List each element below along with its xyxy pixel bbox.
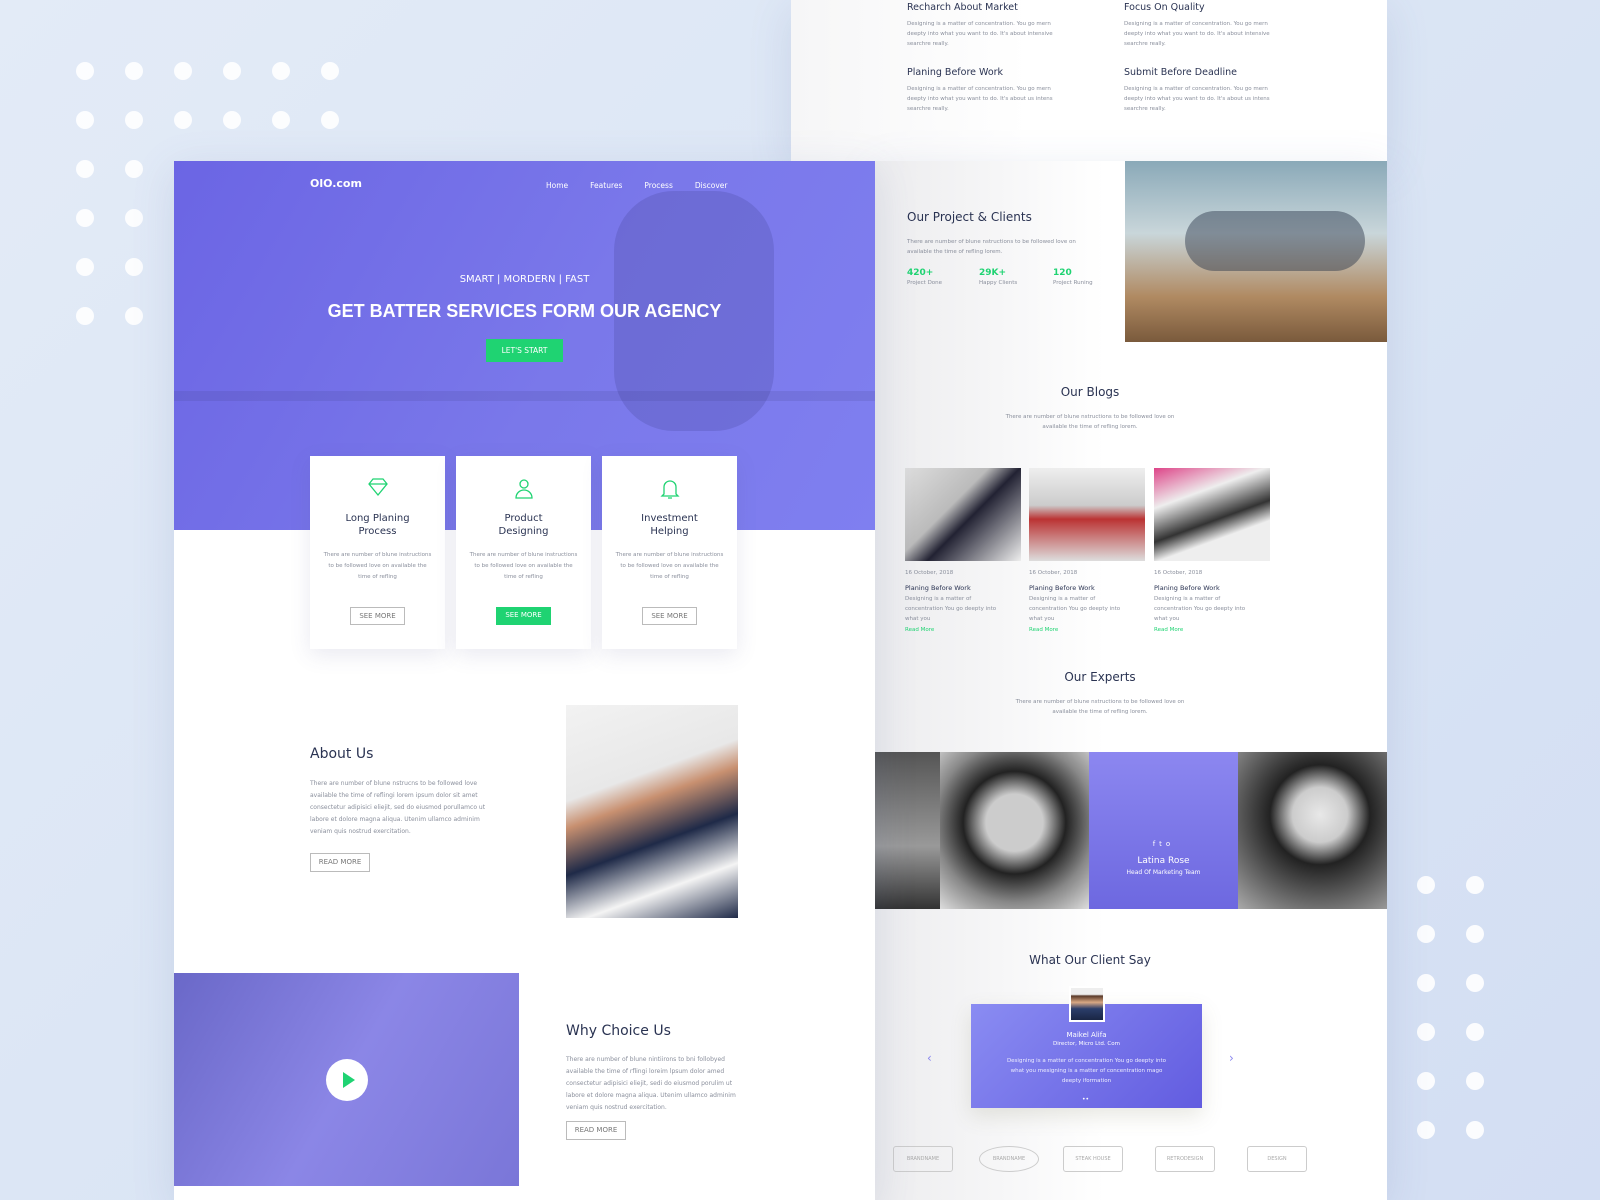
next-arrow[interactable]: ›	[1229, 1051, 1234, 1065]
see-more-button[interactable]: SEE MORE	[496, 607, 551, 625]
blog-card[interactable]: 16 October, 2018 Planing Before Work Des…	[1154, 468, 1270, 633]
why-read-more-button[interactable]: READ MORE	[566, 1121, 626, 1140]
decorative-dot	[76, 111, 94, 129]
decorative-dot	[1417, 974, 1435, 992]
decorative-dot	[125, 258, 143, 276]
section-title: What Our Client Say	[1029, 953, 1151, 967]
social-icons[interactable]: fto	[1089, 840, 1238, 848]
decorative-dot	[125, 160, 143, 178]
see-more-button[interactable]: SEE MORE	[350, 607, 405, 625]
instagram-icon[interactable]: o	[1166, 840, 1174, 848]
decorative-dot	[1466, 925, 1484, 943]
decorative-dot	[1466, 1072, 1484, 1090]
play-icon	[343, 1072, 355, 1088]
blog-card[interactable]: 16 October, 2018 Planing Before Work Des…	[905, 468, 1021, 633]
decorative-dot	[174, 111, 192, 129]
meeting-photo	[1125, 161, 1387, 342]
designer-icon	[514, 479, 533, 499]
read-more-link[interactable]: Read More	[1029, 627, 1145, 633]
section-title: Our Project & Clients	[907, 210, 1032, 224]
feature-item: Focus On Quality Designing is a matter of…	[1124, 2, 1270, 47]
decorative-dot	[76, 307, 94, 325]
decorative-dot	[272, 111, 290, 129]
section-title: Our Blogs	[1060, 385, 1120, 399]
decorative-dot	[125, 307, 143, 325]
partner-logo: BRANDNAME	[979, 1146, 1039, 1172]
expert-photo[interactable]	[875, 752, 940, 909]
decorative-dot	[223, 62, 241, 80]
partner-logo: STEAK HOUSE	[1063, 1146, 1123, 1172]
decorative-dot	[125, 62, 143, 80]
hero-title: GET BATTER SERVICES FORM OUR AGENCY	[327, 301, 722, 321]
partner-logo: RETRODESIGN	[1155, 1146, 1215, 1172]
see-more-button[interactable]: SEE MORE	[642, 607, 697, 625]
play-button[interactable]	[326, 1059, 368, 1101]
partner-logo: BRANDNAME	[893, 1146, 953, 1172]
diamond-icon	[367, 478, 388, 497]
left-page: OlO.com Home Features Process Discover S…	[174, 161, 875, 1200]
decorative-dot	[223, 111, 241, 129]
logo[interactable]: OlO.com	[310, 177, 362, 190]
decorative-dot	[76, 258, 94, 276]
feature-item: Planing Before Work Designing is a matter…	[907, 67, 1053, 112]
section-title: Our Experts	[1064, 670, 1136, 684]
stat: 420+ Project Done	[907, 268, 943, 286]
read-more-link[interactable]: Read More	[1154, 627, 1270, 633]
main-nav: Home Features Process Discover	[546, 181, 727, 190]
section-title: About Us	[310, 746, 374, 762]
nav-discover[interactable]: Discover	[695, 181, 728, 190]
service-card: Product Designing There are number of bl…	[456, 456, 591, 649]
decorative-dot	[1466, 974, 1484, 992]
decorative-dot	[321, 111, 339, 129]
decorative-dot	[1466, 1121, 1484, 1139]
prev-arrow[interactable]: ‹	[927, 1051, 932, 1065]
nav-home[interactable]: Home	[546, 181, 568, 190]
decorative-dot	[272, 62, 290, 80]
decorative-dot	[76, 62, 94, 80]
feature-item: Submit Before Deadline Designing is a mat…	[1124, 67, 1270, 112]
service-card: Investment Helping There are number of b…	[602, 456, 737, 649]
decorative-dot	[174, 62, 192, 80]
right-page: Our Project & Clients There are number o…	[875, 161, 1387, 1200]
lets-start-button[interactable]: LET'S START	[486, 339, 563, 362]
decorative-dot	[1417, 876, 1435, 894]
stat: 120 Project Runing	[1053, 268, 1093, 286]
decorative-dot	[76, 209, 94, 227]
blog-image[interactable]	[905, 468, 1021, 561]
features-section: Recharch About Market Designing is a matt…	[791, 0, 1387, 161]
decorative-dot	[1466, 1023, 1484, 1041]
client-avatar	[1069, 986, 1105, 1022]
nav-features[interactable]: Features	[590, 181, 622, 190]
read-more-link[interactable]: Read More	[905, 627, 1021, 633]
stat: 29K+ Happy Clients	[979, 268, 1018, 286]
twitter-icon[interactable]: t	[1159, 840, 1166, 848]
decorative-dot	[1417, 1121, 1435, 1139]
hero-tagline: SMART | MORDERN | FAST	[459, 274, 590, 285]
partner-logo: DESIGN	[1247, 1146, 1307, 1172]
service-card: Long Planing Process There are number of…	[310, 456, 445, 649]
blog-card[interactable]: 16 October, 2018 Planing Before Work Des…	[1029, 468, 1145, 633]
expert-photo[interactable]	[940, 752, 1089, 909]
decorative-dot	[1417, 1023, 1435, 1041]
carousel-dots[interactable]: ••	[1082, 1096, 1089, 1103]
bell-icon	[659, 480, 680, 499]
decorative-dot	[76, 160, 94, 178]
about-photo	[566, 705, 738, 918]
decorative-dot	[321, 62, 339, 80]
decorative-dot	[1417, 925, 1435, 943]
feature-item: Recharch About Market Designing is a matt…	[907, 2, 1053, 47]
section-title: Why Choice Us	[566, 1023, 671, 1039]
decorative-dot	[125, 111, 143, 129]
expert-photo-featured[interactable]: fto Latina Rose Head Of Marketing Team	[1089, 752, 1238, 909]
nav-process[interactable]: Process	[644, 181, 672, 190]
blog-image[interactable]	[1154, 468, 1270, 561]
video-thumbnail[interactable]	[174, 973, 519, 1186]
decorative-dot	[125, 209, 143, 227]
decorative-dot	[1417, 1072, 1435, 1090]
expert-photo[interactable]	[1238, 752, 1387, 909]
about-read-more-button[interactable]: READ MORE	[310, 853, 370, 872]
decorative-dot	[1466, 876, 1484, 894]
blog-image[interactable]	[1029, 468, 1145, 561]
